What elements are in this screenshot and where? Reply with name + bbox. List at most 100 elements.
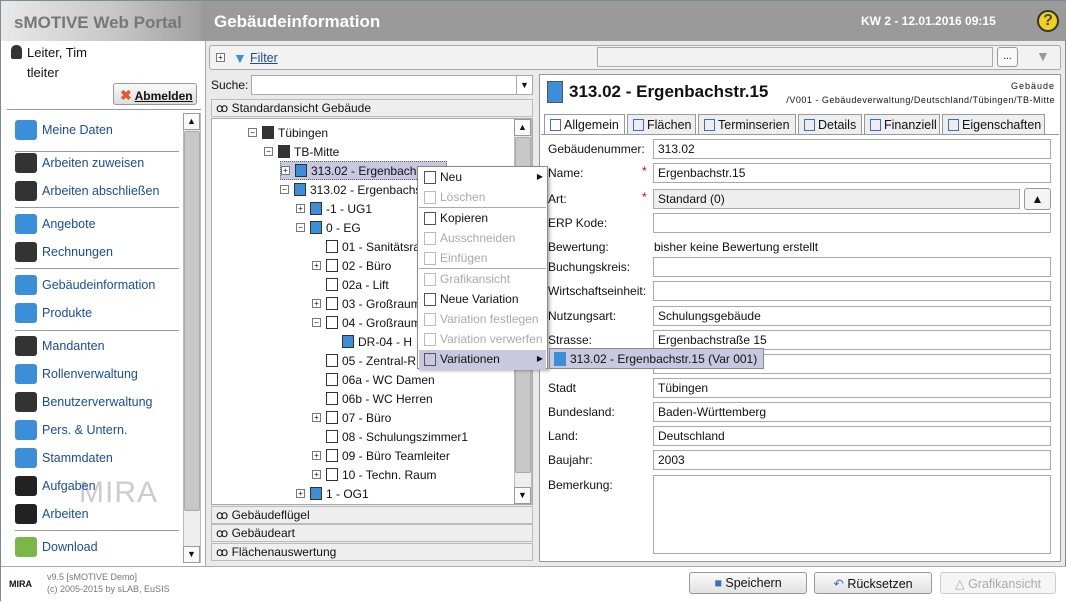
sidebar-item-rechnungen[interactable]: Rechnungen bbox=[15, 241, 113, 263]
tree-row[interactable]: 05 - Zentral-R bbox=[312, 351, 416, 370]
expand-icon[interactable]: + bbox=[312, 413, 321, 422]
menu-item-neu[interactable]: Neu ▶ bbox=[419, 168, 546, 188]
graphic-view-button[interactable]: △ Grafikansicht bbox=[940, 572, 1056, 594]
sidebar-item-arbeiten-zuweisen[interactable]: Arbeiten zuweisen bbox=[15, 152, 144, 174]
section-gebaeudefluegel[interactable]: ꝏ Gebäudeflügel bbox=[211, 506, 533, 524]
expand-icon[interactable]: + bbox=[296, 204, 305, 213]
tree-row[interactable]: +07 - Büro bbox=[312, 408, 391, 427]
tab-finanziell[interactable]: Finanziell bbox=[864, 114, 940, 135]
sidebar-item-meine-daten[interactable]: Meine Daten bbox=[15, 119, 113, 141]
sidebar-item-rollenverwaltung[interactable]: Rollenverwaltung bbox=[15, 363, 138, 385]
menu-item-kopieren[interactable]: Kopieren bbox=[419, 209, 546, 229]
menu-item-einf-gen[interactable]: Einfügen bbox=[419, 249, 546, 269]
field-input[interactable] bbox=[653, 281, 1051, 301]
search-dropdown-icon[interactable]: ▼ bbox=[516, 76, 532, 94]
tab-flächen[interactable]: Flächen bbox=[627, 114, 696, 135]
sidebar-item-gebäudeinformation[interactable]: Gebäudeinformation bbox=[15, 274, 155, 296]
sidebar-item-mandanten[interactable]: Mandanten bbox=[15, 335, 105, 357]
collapse-icon[interactable]: − bbox=[312, 318, 321, 327]
tab-icon bbox=[804, 119, 815, 131]
scroll-up-icon[interactable]: ▲ bbox=[183, 113, 200, 130]
collapse-icon[interactable]: − bbox=[296, 223, 305, 232]
scroll-down-icon[interactable]: ▼ bbox=[514, 487, 531, 504]
menu-item-löschen[interactable]: Löschen bbox=[419, 188, 546, 208]
tab-eigenschaften[interactable]: Eigenschaften bbox=[942, 114, 1045, 135]
expand-icon[interactable]: + bbox=[296, 489, 305, 498]
select-art-button[interactable]: ▲ bbox=[1024, 188, 1051, 210]
sidebar-item-aufgaben[interactable]: Aufgaben bbox=[15, 475, 96, 497]
sidebar-item-benutzerverwaltung[interactable]: Benutzerverwaltung bbox=[15, 391, 152, 413]
tree-row[interactable]: 08 - Schulungszimmer1 bbox=[312, 427, 468, 446]
sidebar-item-arbeiten-abschließen[interactable]: Arbeiten abschließen bbox=[15, 180, 159, 202]
tree-row[interactable]: + -1 - UG1 bbox=[296, 199, 372, 218]
reset-button[interactable]: ↶ Rücksetzen bbox=[814, 572, 932, 594]
tree-row[interactable]: +10 - Techn. Raum bbox=[312, 465, 437, 484]
menu-icon bbox=[424, 273, 436, 286]
sidebar-item-download[interactable]: Download bbox=[15, 536, 98, 558]
expand-icon[interactable]: + bbox=[312, 470, 321, 479]
field-input[interactable]: 313.02 bbox=[653, 139, 1051, 159]
filter-more-button[interactable]: ... bbox=[997, 47, 1018, 67]
tree-row[interactable]: 06a - WC Damen bbox=[312, 370, 435, 389]
section-flaechenauswertung[interactable]: ꝏ Flächenauswertung bbox=[211, 543, 533, 561]
expand-icon[interactable]: + bbox=[312, 299, 321, 308]
tree-row[interactable]: +09 - Büro Teamleiter bbox=[312, 446, 450, 465]
scroll-down-icon[interactable]: ▼ bbox=[183, 546, 200, 563]
help-icon[interactable]: ? bbox=[1037, 10, 1059, 32]
section-gebaeudeart[interactable]: ꝏ Gebäudeart bbox=[211, 524, 533, 542]
expand-icon[interactable]: + bbox=[281, 166, 290, 175]
scrollbar-thumb[interactable] bbox=[184, 131, 200, 511]
menu-item-ausschneiden[interactable]: Ausschneiden bbox=[419, 229, 546, 249]
tree-row[interactable]: − 0 - EG bbox=[296, 218, 361, 237]
tree-row[interactable]: 02a - Lift bbox=[312, 275, 389, 294]
menu-item-variation-verwerfen[interactable]: Variation verwerfen bbox=[419, 330, 546, 350]
image-icon: ▲ bbox=[1031, 192, 1044, 206]
tree-row[interactable]: +02 - Büro bbox=[312, 256, 391, 275]
sidebar-item-angebote[interactable]: Angebote bbox=[15, 213, 96, 235]
collapse-icon[interactable]: − bbox=[264, 147, 273, 156]
save-button[interactable]: ■ Speichern bbox=[689, 572, 807, 594]
expand-icon[interactable]: + bbox=[312, 261, 321, 270]
expand-filter-icon[interactable]: + bbox=[216, 53, 225, 62]
tab-allgemein[interactable]: Allgemein bbox=[544, 114, 625, 135]
tree-row[interactable]: DR-04 - H bbox=[328, 332, 412, 351]
sidebar-item-stammdaten[interactable]: Stammdaten bbox=[15, 447, 113, 469]
sidebar-item-pers-untern-[interactable]: Pers. & Untern. bbox=[15, 419, 127, 441]
tree-header[interactable]: ꝏ Standardansicht Gebäude bbox=[211, 99, 533, 117]
field-input[interactable]: Schulungsgebäude bbox=[653, 306, 1051, 326]
submenu-item-variation[interactable]: 313.02 - Ergenbachstr.15 (Var 001) bbox=[549, 348, 764, 369]
filter-edit-icon[interactable]: ▼ bbox=[1036, 48, 1050, 64]
field-input[interactable]: Ergenbachstraße 15 bbox=[653, 330, 1051, 350]
tree-row[interactable]: +1 - OG1 bbox=[296, 484, 369, 503]
field-input[interactable] bbox=[653, 475, 1051, 554]
tab-details[interactable]: Details bbox=[798, 114, 862, 135]
field-input[interactable]: Deutschland bbox=[653, 426, 1051, 446]
search-input[interactable] bbox=[251, 75, 533, 95]
detail-type: Gebäude bbox=[1010, 81, 1055, 91]
field-input[interactable]: Standard (0) bbox=[653, 189, 1020, 209]
room-icon bbox=[326, 354, 338, 367]
filter-link[interactable]: Filter bbox=[250, 51, 278, 65]
filter-input[interactable] bbox=[597, 47, 993, 67]
field-input[interactable]: Baden-Württemberg bbox=[653, 402, 1051, 422]
logout-button[interactable]: ✖ Abmelden bbox=[113, 83, 197, 105]
expand-icon[interactable]: + bbox=[312, 451, 321, 460]
menu-item-variationen[interactable]: Variationen ▶ bbox=[419, 350, 546, 370]
sidebar-item-produkte[interactable]: Produkte bbox=[15, 302, 92, 324]
scroll-up-icon[interactable]: ▲ bbox=[514, 119, 531, 136]
field-input[interactable]: Tübingen bbox=[653, 378, 1051, 398]
tree-row[interactable]: − Tübingen bbox=[248, 123, 328, 142]
collapse-icon[interactable]: − bbox=[248, 128, 257, 137]
menu-item-grafikansicht[interactable]: Grafikansicht bbox=[419, 270, 546, 290]
collapse-icon[interactable]: − bbox=[280, 185, 289, 194]
field-input[interactable]: Ergenbachstr.15 bbox=[653, 163, 1051, 183]
tree-row[interactable]: 06b - WC Herren bbox=[312, 389, 433, 408]
menu-item-neue-variation[interactable]: Neue Variation bbox=[419, 290, 546, 310]
sidebar-item-arbeiten[interactable]: Arbeiten bbox=[15, 503, 89, 525]
field-input[interactable] bbox=[653, 213, 1051, 233]
menu-item-variation-festlegen[interactable]: Variation festlegen bbox=[419, 310, 546, 330]
field-input[interactable]: 2003 bbox=[653, 450, 1051, 470]
tab-terminserien[interactable]: Terminserien bbox=[698, 114, 796, 135]
field-input[interactable] bbox=[653, 257, 1051, 277]
tree-row[interactable]: − TB-Mitte bbox=[264, 142, 339, 161]
